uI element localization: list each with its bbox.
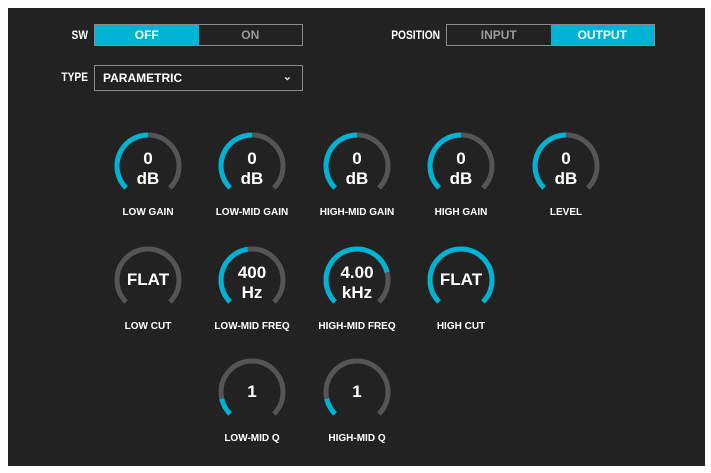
position-output-button[interactable]: OUTPUT (550, 25, 654, 45)
knob-low-mid-q[interactable]: 1 LOW-MID Q (200, 357, 304, 467)
knob-low-mid-gain[interactable]: 0 dB LOW-MID GAIN (200, 131, 304, 241)
knob-label: HIGH-MID FREQ (318, 321, 396, 332)
knob-label: HIGH CUT (436, 321, 486, 332)
knob-label: LEVEL (549, 207, 583, 218)
knob-label: HIGH-MID GAIN (319, 207, 395, 218)
knob-value: 0 dB (136, 149, 160, 188)
knob-label: LOW CUT (124, 321, 172, 332)
position-input-button[interactable]: INPUT (447, 25, 551, 45)
knob-value: 1 (352, 382, 362, 401)
knob-low-mid-freq[interactable]: 400 Hz LOW-MID FREQ (200, 245, 304, 355)
knob-label: LOW-MID FREQ (214, 321, 290, 332)
knob-high-gain[interactable]: 0 dB HIGH GAIN (409, 131, 513, 241)
chevron-down-icon: ⌄ (282, 71, 292, 83)
knob-high-mid-gain[interactable]: 0 dB HIGH-MID GAIN (305, 131, 409, 241)
sw-on-button[interactable]: ON (199, 25, 303, 45)
knob-label: HIGH GAIN (434, 207, 488, 218)
knob-value: 1 (247, 382, 257, 401)
position-label: POSITION (391, 28, 440, 42)
knob-label: LOW-MID Q (224, 433, 280, 444)
knob-value: FLAT (439, 270, 483, 289)
sw-label: SW (71, 28, 88, 42)
type-value: PARAMETRIC (103, 71, 183, 85)
knob-value: 0 dB (449, 149, 473, 188)
knob-label: LOW GAIN (122, 207, 174, 218)
knob-value: 0 dB (345, 149, 369, 188)
knob-label: LOW-MID GAIN (215, 207, 289, 218)
knob-high-cut[interactable]: FLAT HIGH CUT (409, 245, 513, 355)
knob-high-mid-q[interactable]: 1 HIGH-MID Q (305, 357, 409, 467)
knob-value: 4.00 kHz (340, 263, 374, 302)
sw-toggle[interactable]: OFF ON (94, 24, 303, 46)
sw-off-button[interactable]: OFF (95, 25, 199, 45)
knob-low-cut[interactable]: FLAT LOW CUT (96, 245, 200, 355)
knob-value: FLAT (126, 270, 170, 289)
knob-value: 400 Hz (237, 263, 267, 302)
knob-value: 0 dB (554, 149, 578, 188)
knob-low-gain[interactable]: 0 dB LOW GAIN (96, 131, 200, 241)
type-label: TYPE (61, 70, 88, 84)
knob-high-mid-freq[interactable]: 4.00 kHz HIGH-MID FREQ (305, 245, 409, 355)
type-select[interactable]: PARAMETRIC ⌄ (94, 65, 303, 91)
position-toggle[interactable]: INPUT OUTPUT (446, 24, 655, 46)
knob-label: HIGH-MID Q (328, 433, 386, 444)
knob-level[interactable]: 0 dB LEVEL (514, 131, 618, 241)
knob-value: 0 dB (240, 149, 264, 188)
